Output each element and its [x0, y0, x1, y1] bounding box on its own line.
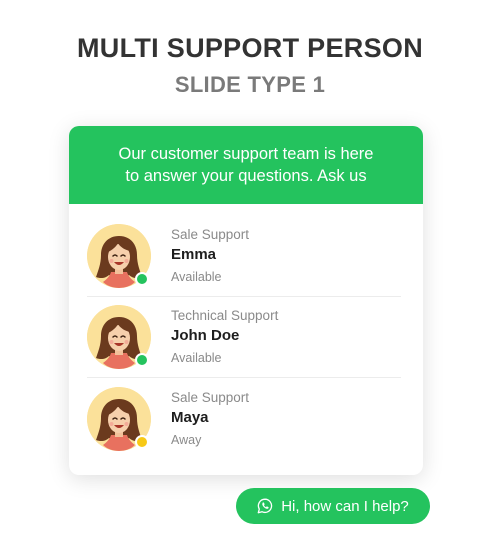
- agent-name: Maya: [171, 408, 209, 426]
- support-widget-card: Our customer support team is here to ans…: [69, 126, 423, 475]
- widget-header-text: Our customer support team is here to ans…: [119, 143, 374, 187]
- status-dot: [135, 353, 149, 367]
- agent-name: John Doe: [171, 327, 240, 344]
- page-title: MULTI SUPPORT PERSON: [76, 33, 424, 63]
- agent-info: Sale Support Emma Available: [171, 226, 249, 286]
- agent-item-john-doe[interactable]: Technical Support John Doe Available: [87, 297, 401, 378]
- help-button-label: Hi, how can I help?: [281, 497, 409, 515]
- page: MULTI SUPPORT PERSON SLIDE TYPE 1 Our cu…: [0, 0, 500, 540]
- agent-role: Sale Support: [171, 227, 250, 242]
- whatsapp-help-button[interactable]: Hi, how can I help?: [236, 488, 430, 524]
- agent-list: Sale Support Emma Available Technical Su…: [69, 204, 423, 459]
- agent-name: Emma: [171, 246, 217, 263]
- widget-header: Our customer support team is here to ans…: [69, 126, 423, 204]
- whatsapp-icon: [257, 498, 273, 514]
- status-dot: [135, 434, 149, 449]
- agent-info: Technical Support John Doe Available: [171, 307, 278, 367]
- agent-role: Technical Support: [171, 308, 279, 323]
- page-subtitle: SLIDE TYPE 1: [174, 72, 326, 97]
- agent-status: Available: [171, 351, 222, 365]
- agent-role: Sale Support: [171, 389, 250, 405]
- agent-info: Sale Support Maya Away: [171, 389, 249, 449]
- status-dot: [135, 272, 149, 286]
- avatar: [87, 224, 151, 288]
- agent-item-maya[interactable]: Sale Support Maya Away: [87, 378, 401, 459]
- avatar: [87, 305, 151, 369]
- agent-item-emma[interactable]: Sale Support Emma Available: [87, 216, 401, 297]
- header-line-2: to answer your questions. Ask us: [125, 167, 367, 185]
- agent-status: Away: [171, 432, 202, 447]
- avatar: [87, 386, 151, 451]
- agent-status: Available: [171, 270, 222, 284]
- header-line-1: Our customer support team is here: [118, 145, 374, 163]
